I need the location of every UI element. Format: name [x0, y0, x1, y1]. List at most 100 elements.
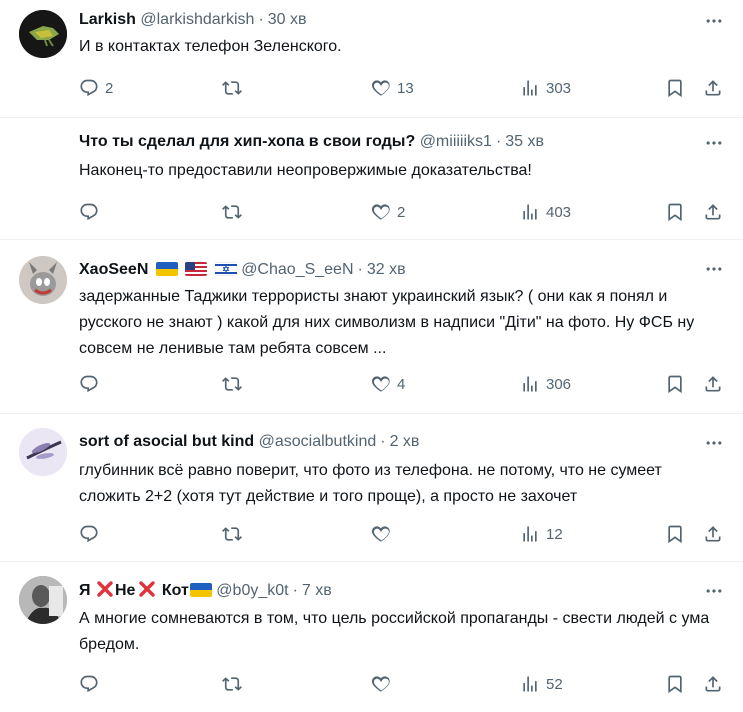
view-count: 303	[546, 79, 572, 97]
timestamp[interactable]: 7 хв	[302, 582, 332, 599]
share-button[interactable]	[703, 524, 723, 544]
name-part: Не	[114, 582, 136, 599]
share-button[interactable]	[703, 674, 723, 694]
timestamp[interactable]: 30 хв	[268, 11, 307, 28]
name-part: Кот	[161, 582, 189, 599]
author-name[interactable]: Я Не Кот	[79, 581, 189, 599]
share-button[interactable]	[703, 374, 723, 394]
avatar[interactable]	[19, 256, 67, 304]
heart-icon	[371, 674, 391, 694]
author-handle[interactable]: @miiiiiks1	[420, 133, 492, 150]
view-count: 52	[546, 675, 563, 693]
retweet-icon	[222, 374, 242, 394]
heart-icon	[371, 374, 391, 394]
reply-icon	[79, 202, 99, 222]
retweet-icon	[222, 674, 242, 694]
reply-button[interactable]: 2	[79, 78, 113, 98]
avatar[interactable]	[19, 10, 67, 58]
author-handle[interactable]: @Chao_S_eeN	[241, 261, 353, 278]
more-options-icon[interactable]	[704, 259, 724, 279]
retweet-button[interactable]	[222, 374, 248, 394]
like-button[interactable]: 2	[371, 202, 405, 222]
action-bar: 2 403	[79, 202, 725, 224]
tweet[interactable]: Я Не Кот @b0y_k0t · 7 хв А многие сомневаю…	[0, 562, 743, 712]
tweet[interactable]: Larkish @larkishdarkish · 30 хв И в контак…	[0, 0, 743, 118]
views-button[interactable]: 52	[520, 674, 563, 694]
bookmark-icon	[665, 202, 685, 222]
avatar[interactable]	[19, 128, 67, 176]
bookmark-button[interactable]	[665, 524, 685, 544]
retweet-button[interactable]	[222, 524, 248, 544]
share-icon	[703, 524, 723, 544]
author-name[interactable]: Larkish	[79, 11, 136, 28]
separator-dot: ·	[380, 433, 386, 450]
timestamp[interactable]: 32 хв	[367, 261, 406, 278]
reply-button[interactable]	[79, 202, 105, 222]
action-bar: 4 306	[79, 374, 725, 396]
tweet-text: И в контактах телефон Зеленского.	[79, 38, 342, 55]
bookmark-button[interactable]	[665, 674, 685, 694]
name-part: Я	[79, 582, 91, 599]
red-cross-icon	[97, 581, 113, 597]
views-icon	[520, 524, 540, 544]
timestamp[interactable]: 2 хв	[390, 433, 420, 450]
share-icon	[703, 374, 723, 394]
bookmark-button[interactable]	[665, 78, 685, 98]
author-name[interactable]: XaoSeeN	[79, 261, 148, 278]
like-button[interactable]: 13	[371, 78, 414, 98]
more-options-icon[interactable]	[704, 133, 724, 153]
tweet[interactable]: XaoSeeN @Chao_S_eeN · 32 хв задержанные Та…	[0, 240, 743, 414]
timestamp[interactable]: 35 хв	[505, 133, 544, 150]
reply-button[interactable]	[79, 674, 105, 694]
reply-count: 2	[105, 79, 114, 97]
share-button[interactable]	[703, 78, 723, 98]
reply-button[interactable]	[79, 374, 105, 394]
avatar[interactable]	[19, 576, 67, 624]
views-button[interactable]: 303	[520, 78, 571, 98]
heart-icon	[371, 202, 391, 222]
reply-icon	[79, 78, 99, 98]
more-options-icon[interactable]	[704, 11, 724, 31]
bookmark-button[interactable]	[665, 374, 685, 394]
bookmark-icon	[665, 674, 685, 694]
avatar[interactable]	[19, 428, 67, 476]
share-icon	[703, 202, 723, 222]
tweet-text: глубинник всё равно поверит, что фото из…	[79, 462, 662, 505]
israel-flag-icon	[214, 262, 237, 276]
action-bar: 2 13 303	[79, 78, 725, 100]
retweet-button[interactable]	[222, 78, 248, 98]
bookmark-icon	[665, 524, 685, 544]
author-handle[interactable]: @larkishdarkish	[140, 11, 254, 28]
views-button[interactable]: 403	[520, 202, 571, 222]
views-icon	[520, 674, 540, 694]
usa-flag-icon	[185, 262, 208, 276]
reply-button[interactable]	[79, 524, 105, 544]
tweet-text: задержанные Таджики террористы знают укр…	[79, 288, 695, 357]
views-button[interactable]: 12	[520, 524, 563, 544]
replies-feed: Larkish @larkishdarkish · 30 хв И в контак…	[0, 0, 743, 712]
share-button[interactable]	[703, 202, 723, 222]
author-name[interactable]: sort of asocial but kind	[79, 433, 254, 450]
tweet[interactable]: sort of asocial but kind @asocialbutkind…	[0, 414, 743, 562]
more-options-icon[interactable]	[704, 433, 724, 453]
author-handle[interactable]: @asocialbutkind	[259, 433, 377, 450]
tweet-text: А многие сомневаются в том, что цель рос…	[79, 610, 710, 653]
views-icon	[520, 78, 540, 98]
bookmark-icon	[665, 374, 685, 394]
views-icon	[520, 374, 540, 394]
tweet[interactable]: Что ты сделал для хип-хопа в свои годы? …	[0, 118, 743, 240]
like-count: 13	[397, 79, 414, 97]
views-button[interactable]: 306	[520, 374, 571, 394]
author-handle[interactable]: @b0y_k0t	[216, 582, 288, 599]
separator-dot: ·	[357, 261, 363, 278]
more-options-icon[interactable]	[704, 581, 724, 601]
like-button[interactable]	[371, 524, 397, 544]
share-icon	[703, 78, 723, 98]
like-button[interactable]: 4	[371, 374, 405, 394]
red-cross-icon	[139, 581, 156, 597]
author-name[interactable]: Что ты сделал для хип-хопа в свои годы?	[79, 133, 415, 150]
retweet-button[interactable]	[222, 674, 248, 694]
retweet-button[interactable]	[222, 202, 248, 222]
bookmark-button[interactable]	[665, 202, 685, 222]
like-button[interactable]	[371, 674, 397, 694]
